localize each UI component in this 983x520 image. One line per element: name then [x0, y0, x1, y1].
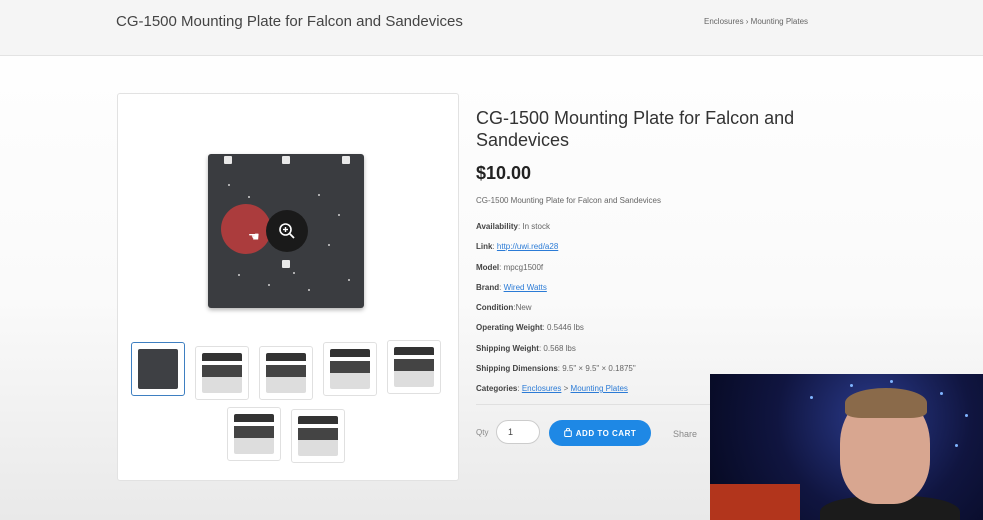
spec-label: Availability: [476, 222, 518, 231]
thumbnail-image: [234, 414, 274, 454]
thumbnail-6[interactable]: [227, 407, 281, 461]
spec-label: Categories: [476, 384, 518, 393]
spec-label: Shipping Weight: [476, 344, 539, 353]
thumbnail-5[interactable]: [387, 340, 441, 394]
spec-label: Shipping Dimensions: [476, 364, 558, 373]
background-object: [710, 484, 800, 520]
product-title: CG-1500 Mounting Plate for Falcon and Sa…: [476, 108, 795, 150]
hand-cursor-icon: ☚: [248, 229, 260, 244]
category-separator: >: [563, 384, 569, 393]
thumbnail-7[interactable]: [291, 409, 345, 463]
add-to-cart-button[interactable]: ADD TO CART: [549, 420, 651, 446]
thumbnail-1[interactable]: [131, 342, 185, 396]
plate-tab: [282, 260, 290, 268]
plate-hole: [338, 214, 340, 216]
product-gallery: ☚: [117, 93, 459, 481]
spec-value: 9.5" × 9.5" × 0.1875": [562, 364, 636, 373]
spec-availability: Availability: In stock: [476, 222, 550, 231]
spec-link: Link: http://uwi.red/a28: [476, 242, 559, 251]
thumbnail-image: [394, 347, 434, 387]
spec-value: 0.5446 lbs: [546, 323, 584, 332]
main-product-image[interactable]: ☚: [208, 154, 364, 308]
spec-operating-weight: Operating Weight: 0.5446 lbs: [476, 323, 584, 332]
category-link-enclosures[interactable]: Enclosures: [522, 384, 562, 393]
page-title: CG-1500 Mounting Plate for Falcon and Sa…: [116, 13, 463, 30]
thumbnail-2[interactable]: [195, 346, 249, 400]
thumbnail-image: [266, 353, 306, 393]
string-light: [890, 380, 893, 383]
plate-hole: [293, 272, 295, 274]
thumbnail-image: [298, 416, 338, 456]
thumbnail-4[interactable]: [323, 342, 377, 396]
spec-label: Condition: [476, 303, 514, 312]
plate-hole: [268, 284, 270, 286]
spec-label: Model: [476, 263, 500, 272]
plate-tab: [224, 156, 232, 164]
add-to-cart-label: ADD TO CART: [575, 428, 637, 438]
bag-icon: [563, 427, 572, 439]
plate-tab: [342, 156, 350, 164]
cursor-highlight: [221, 204, 271, 254]
qty-label: Qty: [476, 428, 489, 437]
breadcrumb[interactable]: Enclosures › Mounting Plates: [704, 17, 808, 26]
plate-tab: [282, 156, 290, 164]
plate-hole: [328, 244, 330, 246]
plate-hole: [308, 289, 310, 291]
person-hair: [845, 388, 927, 418]
thumbnail-3[interactable]: [259, 346, 313, 400]
product-price: $10.00: [476, 163, 532, 183]
spec-value: In stock: [522, 222, 550, 231]
product-details: CG-1500 Mounting Plate for Falcon and Sa…: [476, 107, 836, 151]
quantity-input[interactable]: [496, 420, 540, 444]
thumbnail-image: [330, 349, 370, 389]
spec-value: 0.568 lbs: [543, 344, 576, 353]
string-light: [940, 392, 943, 395]
spec-label: Brand: [476, 283, 500, 292]
string-light: [955, 444, 958, 447]
plate-hole: [348, 279, 350, 281]
spec-shipping-dimensions: Shipping Dimensions: 9.5" × 9.5" × 0.187…: [476, 364, 636, 373]
string-light: [850, 384, 853, 387]
product-description: CG-1500 Mounting Plate for Falcon and Sa…: [476, 196, 661, 205]
plate-hole: [318, 194, 320, 196]
spec-categories: Categories: Enclosures > Mounting Plates: [476, 384, 628, 393]
thumbnail-image: [138, 349, 178, 389]
spec-brand: Brand: Wired Watts: [476, 283, 547, 292]
plate-hole: [248, 196, 250, 198]
spec-shipping-weight: Shipping Weight: 0.568 lbs: [476, 344, 576, 353]
webcam-overlay: [710, 374, 983, 520]
top-bar: CG-1500 Mounting Plate for Falcon and Sa…: [0, 0, 983, 56]
spec-condition: Condition:New: [476, 303, 532, 312]
spec-label: Operating Weight: [476, 323, 543, 332]
spec-value: New: [515, 303, 532, 312]
divider: [476, 404, 716, 405]
zoom-in-icon[interactable]: [266, 210, 308, 252]
thumbnail-image: [202, 353, 242, 393]
plate-hole: [238, 274, 240, 276]
string-light: [810, 396, 813, 399]
share-link[interactable]: Share: [673, 429, 697, 439]
brand-link[interactable]: Wired Watts: [504, 283, 547, 292]
spec-value: mpcg1500f: [503, 263, 544, 272]
string-light: [965, 414, 968, 417]
category-link-mounting-plates[interactable]: Mounting Plates: [571, 384, 628, 393]
product-link[interactable]: http://uwi.red/a28: [497, 242, 558, 251]
spec-model: Model: mpcg1500f: [476, 263, 544, 272]
plate-hole: [228, 184, 230, 186]
spec-label: Link: [476, 242, 493, 251]
